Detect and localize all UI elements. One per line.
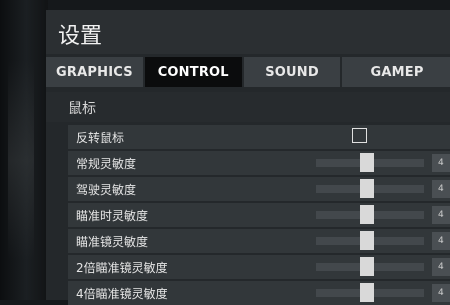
settings-title: 设置 xyxy=(58,24,103,49)
setting-row-invert-mouse: 反转鼠标 xyxy=(68,125,450,149)
setting-row-aim-sensitivity: 瞄准时灵敏度 4 xyxy=(68,203,450,227)
slider-thumb[interactable] xyxy=(360,257,374,276)
tab-sound[interactable]: SOUND xyxy=(243,57,341,87)
setting-row-general-sensitivity: 常规灵敏度 4 xyxy=(68,151,450,175)
general-sensitivity-value[interactable]: 4 xyxy=(432,154,450,172)
slider-thumb[interactable] xyxy=(360,179,374,198)
slider-thumb[interactable] xyxy=(360,283,374,302)
invert-mouse-checkbox[interactable] xyxy=(352,128,367,143)
setting-row-4x-scope-sensitivity: 4倍瞄准镜灵敏度 4 xyxy=(68,281,450,305)
slider-thumb[interactable] xyxy=(360,231,374,250)
setting-label: 驾驶灵敏度 xyxy=(76,183,137,197)
setting-label: 反转鼠标 xyxy=(76,131,125,145)
slider-thumb[interactable] xyxy=(360,205,374,224)
aim-sensitivity-slider[interactable] xyxy=(316,205,424,224)
title-bar: 设置 xyxy=(46,10,450,54)
tab-bar: GRAPHICS CONTROL SOUND GAMEP xyxy=(46,57,450,87)
setting-label: 瞄准时灵敏度 xyxy=(76,209,149,223)
vehicle-sensitivity-value[interactable]: 4 xyxy=(432,180,450,198)
mouse-section-header: 鼠标 xyxy=(46,92,450,122)
setting-row-vehicle-sensitivity: 驾驶灵敏度 4 xyxy=(68,177,450,201)
4x-scope-sensitivity-value[interactable]: 4 xyxy=(432,284,450,302)
setting-label: 常规灵敏度 xyxy=(76,157,137,171)
setting-label: 瞄准镜灵敏度 xyxy=(76,235,149,249)
setting-label: 2倍瞄准镜灵敏度 xyxy=(76,261,168,275)
scope-sensitivity-value[interactable]: 4 xyxy=(432,232,450,250)
slider-thumb[interactable] xyxy=(360,153,374,172)
setting-row-scope-sensitivity: 瞄准镜灵敏度 4 xyxy=(68,229,450,253)
tab-control[interactable]: CONTROL xyxy=(144,57,242,87)
aim-sensitivity-value[interactable]: 4 xyxy=(432,206,450,224)
vehicle-sensitivity-slider[interactable] xyxy=(316,179,424,198)
2x-scope-sensitivity-slider[interactable] xyxy=(316,257,424,276)
setting-row-2x-scope-sensitivity: 2倍瞄准镜灵敏度 4 xyxy=(68,255,450,279)
4x-scope-sensitivity-slider[interactable] xyxy=(316,283,424,302)
2x-scope-sensitivity-value[interactable]: 4 xyxy=(432,258,450,276)
section-title: 鼠标 xyxy=(68,101,96,117)
general-sensitivity-slider[interactable] xyxy=(316,153,424,172)
game-background xyxy=(0,0,48,300)
tab-graphics[interactable]: GRAPHICS xyxy=(46,57,143,87)
setting-label: 4倍瞄准镜灵敏度 xyxy=(76,287,168,301)
tab-gameplay[interactable]: GAMEP xyxy=(342,57,450,87)
scope-sensitivity-slider[interactable] xyxy=(316,231,424,250)
settings-panel: 设置 GRAPHICS CONTROL SOUND GAMEP 鼠标 反转鼠标 … xyxy=(46,10,450,305)
